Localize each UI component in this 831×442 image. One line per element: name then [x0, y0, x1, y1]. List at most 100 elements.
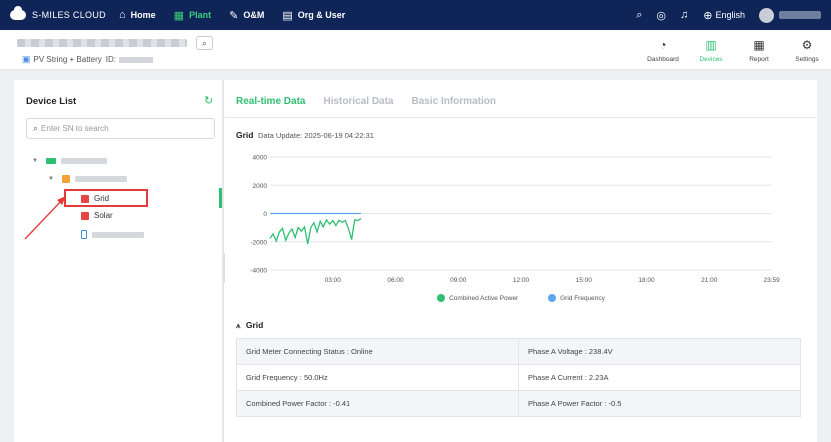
wrench-icon: ✎ — [229, 9, 239, 22]
nav-item-home[interactable]: ⌂ Home — [110, 0, 165, 30]
legend-dot-green — [437, 294, 446, 302]
nav-item-label: Org & User — [297, 10, 346, 20]
plant-type-label: PV String + Battery — [33, 55, 102, 64]
info-cell: Phase A Power Factor : -0.5 — [518, 390, 801, 417]
plant-tabs: ◔ Dashboard ▥ Devices ▦ Report ⚙ Setting… — [639, 30, 831, 70]
search-icon: ⌕ — [33, 123, 39, 133]
series-line — [269, 217, 362, 245]
chevron-down-icon[interactable]: ▼ — [48, 176, 54, 182]
selection-highlight — [64, 189, 148, 207]
gauge-icon: ◔ — [659, 37, 667, 52]
tab-label: Devices — [699, 55, 723, 63]
nav-item-label: Home — [130, 10, 156, 20]
y-tick-label: 2000 — [253, 183, 268, 190]
grid-tower-icon: ⩚ — [236, 321, 241, 330]
chevron-down-icon[interactable]: ▼ — [32, 158, 38, 164]
tab-divider — [225, 117, 817, 118]
tab-historical-data[interactable]: Historical Data — [323, 96, 393, 107]
solar-device-icon — [81, 211, 89, 220]
nav-item-label: Plant — [189, 10, 212, 20]
info-cell: Grid Meter Connecting Status : Online — [236, 338, 519, 365]
sn-search-placeholder: Enter SN to search — [41, 124, 109, 133]
annotation-arrow — [24, 196, 66, 240]
table-row: Combined Power Factor : -0.41 Phase A Po… — [236, 390, 801, 417]
chart-grid-label: Grid — [236, 130, 254, 140]
power-chart: 4000 2000 0 -2000 -4000 03:00 06:00 09:00 12:00 1… — [250, 155, 780, 285]
plant-node-redacted — [60, 157, 107, 164]
legend-item-grid-frequency[interactable]: Grid Frequency — [548, 294, 605, 302]
tab-dashboard[interactable]: ◔ Dashboard — [639, 30, 687, 70]
tree-node-battery[interactable] — [81, 227, 144, 242]
user-name-redacted[interactable] — [779, 11, 821, 19]
battery-node-redacted — [92, 231, 144, 238]
battery-icon — [81, 230, 87, 239]
tab-report[interactable]: ▦ Report — [735, 30, 783, 70]
tree-node-solar[interactable]: Solar — [81, 208, 113, 223]
info-cell: Phase A Voltage : 238.4V — [518, 338, 801, 365]
calendar-icon: ▣ — [22, 54, 31, 64]
plant-id-redacted — [119, 56, 154, 63]
x-tick-label: 15:00 — [576, 277, 593, 284]
tab-label: Dashboard — [647, 55, 679, 63]
tab-real-time-data[interactable]: Real-time Data — [236, 96, 305, 107]
plant-search-icon[interactable]: ⌕ — [196, 36, 213, 50]
device-detail-panel: Real-time Data Historical Data Basic Inf… — [225, 80, 817, 442]
legend-item-combined-active-power[interactable]: Combined Active Power — [437, 294, 518, 302]
grid-info-table: Grid Meter Connecting Status : Online Ph… — [236, 338, 801, 417]
cloud-icon — [10, 6, 26, 20]
plant-type: ▣ PV String + Battery ID: — [22, 54, 154, 65]
detail-tabs: Real-time Data Historical Data Basic Inf… — [236, 96, 514, 107]
search-icon[interactable]: ⌕ — [636, 9, 642, 22]
nav-item-label: O&M — [243, 10, 265, 20]
sn-search-input[interactable]: ⌕ Enter SN to search — [26, 118, 215, 139]
tab-devices[interactable]: ▥ Devices — [687, 30, 735, 70]
nav-item-plant[interactable]: ▦ Plant — [165, 0, 220, 30]
y-tick-label: -4000 — [250, 268, 267, 275]
home-icon: ⌂ — [119, 9, 126, 21]
plant-icon — [45, 157, 56, 164]
bell-icon[interactable]: ♫ — [680, 9, 688, 21]
nav-item-org-user[interactable]: ▤ Org & User — [273, 0, 354, 30]
y-tick-label: -2000 — [250, 239, 267, 246]
tab-settings[interactable]: ⚙ Settings — [783, 30, 831, 70]
inverter-node-redacted — [74, 175, 127, 182]
inverter-icon — [61, 174, 70, 183]
nav-right: ⌕ ◎ ♫ ⊕ English — [629, 0, 831, 30]
device-list-title: Device List — [26, 96, 77, 107]
globe-icon: ⊕ — [703, 9, 713, 22]
grid-section-title: ⩚ Grid — [236, 320, 263, 331]
x-tick-label: 12:00 — [513, 277, 530, 284]
table-row: Grid Meter Connecting Status : Online Ph… — [236, 338, 801, 365]
plant-name-redacted — [17, 39, 187, 47]
document-icon: ▤ — [282, 9, 293, 22]
devices-icon: ▥ — [705, 37, 717, 52]
gear-icon: ⚙ — [801, 37, 813, 52]
info-cell: Grid Frequency : 50.0Hz — [236, 364, 519, 391]
language-selector[interactable]: ⊕ English — [703, 9, 745, 22]
grid-section-label: Grid — [245, 320, 264, 330]
tab-label: Report — [749, 55, 769, 63]
y-tick-label: 4000 — [253, 155, 268, 162]
nav-item-om[interactable]: ✎ O&M — [220, 0, 273, 30]
plant-id-label: ID: — [105, 55, 117, 64]
info-cell: Phase A Current : 2.23A — [518, 364, 801, 391]
x-tick-label: 18:00 — [638, 277, 655, 284]
refresh-icon[interactable]: ↻ — [204, 94, 213, 107]
legend-label: Grid Frequency — [560, 294, 605, 302]
legend-dot-blue — [548, 294, 557, 302]
x-tick-label: 09:00 — [450, 277, 467, 284]
x-tick-label: 06:00 — [387, 277, 404, 284]
logo[interactable]: S-MILES CLOUD — [10, 6, 110, 20]
language-label: English — [715, 10, 745, 20]
target-icon[interactable]: ◎ — [656, 9, 666, 22]
tree-node-inverter[interactable]: ▼ — [48, 171, 127, 186]
top-nav: S-MILES CLOUD ⌂ Home ▦ Plant ✎ O&M ▤ Org… — [0, 0, 831, 30]
x-tick-label: 03:00 — [325, 277, 342, 284]
info-cell: Combined Power Factor : -0.41 — [236, 390, 519, 417]
tab-basic-information[interactable]: Basic Information — [412, 96, 496, 107]
tree-node-plant[interactable]: ▼ — [32, 153, 107, 168]
logo-text: S-MILES CLOUD — [32, 10, 106, 20]
table-row: Grid Frequency : 50.0Hz Phase A Current … — [236, 364, 801, 391]
device-label: Solar — [94, 211, 113, 220]
avatar[interactable] — [759, 7, 774, 23]
